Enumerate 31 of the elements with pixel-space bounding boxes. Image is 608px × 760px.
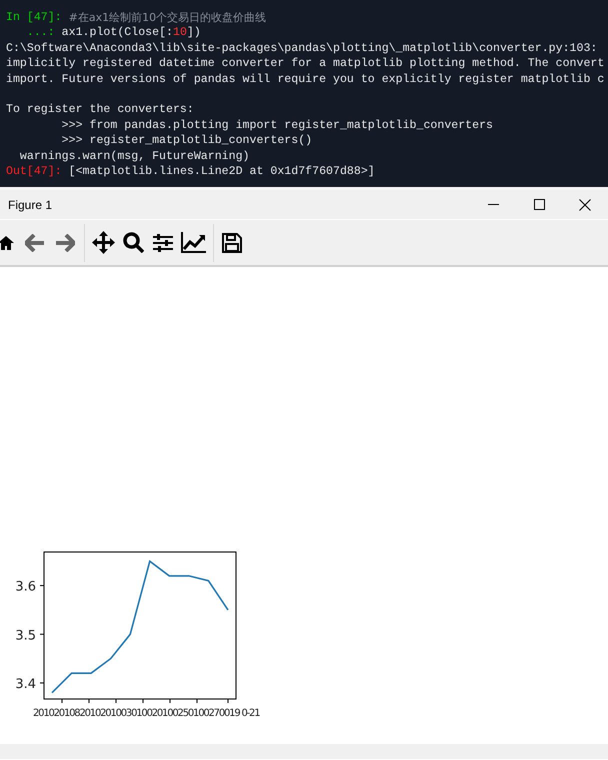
prompt-label: In [47]: — [6, 10, 63, 26]
number-literal: 10 — [173, 25, 187, 41]
home-icon[interactable] — [0, 234, 14, 250]
forward-arrow-icon[interactable] — [55, 234, 75, 252]
minimize-icon[interactable] — [488, 204, 498, 205]
output-line: >>> register_matplotlib_converters() — [60, 133, 312, 149]
back-arrow-icon[interactable] — [25, 234, 45, 252]
output-line: C:\Software\Anaconda3\lib\site-packages\pandas\plotting\_matplotlib\converter.py:103: — [6, 40, 598, 56]
output-line: implicitly registered datetime converter for a matplotlib plotting method. The convert — [6, 56, 604, 72]
output-line: To register the converters: — [6, 102, 194, 118]
move-icon[interactable] — [92, 231, 115, 254]
y-tick-label: 3.6 — [15, 580, 36, 595]
close-icon[interactable] — [579, 198, 591, 210]
prompt-label: Out[47]: — [6, 164, 63, 180]
code-text: ]) — [186, 25, 201, 41]
sliders-icon[interactable] — [153, 234, 173, 252]
y-tick-label: 3.4 — [15, 676, 36, 692]
maximize-icon[interactable] — [534, 199, 544, 210]
prompt-label: ...: — [26, 25, 56, 41]
save-icon[interactable] — [222, 232, 242, 252]
search-icon[interactable] — [123, 232, 144, 253]
output-line: import. Future versions of pandas will require you to explicitly register matplotlib c — [6, 72, 604, 87]
x-tick-labels: 2010201082010201003010020100250100270019 0-21 — [33, 708, 260, 719]
output-line: >>> from pandas.plotting import register_matplotlib_converters — [60, 118, 494, 134]
output-line: [<matplotlib.lines.Line2D at 0x1d7f7607d88>] — [68, 164, 375, 180]
code-text: ax1.plot(Close[: — [62, 25, 173, 41]
code-comment: #在ax1绘制前10个交易日的收盘价曲线 — [68, 10, 266, 26]
window-title: Figure 1 — [8, 196, 52, 214]
output-line: warnings.warn(msg, FutureWarning) — [18, 148, 250, 164]
line-chart-icon[interactable] — [181, 232, 206, 253]
y-tick-label: 3.5 — [15, 628, 36, 644]
